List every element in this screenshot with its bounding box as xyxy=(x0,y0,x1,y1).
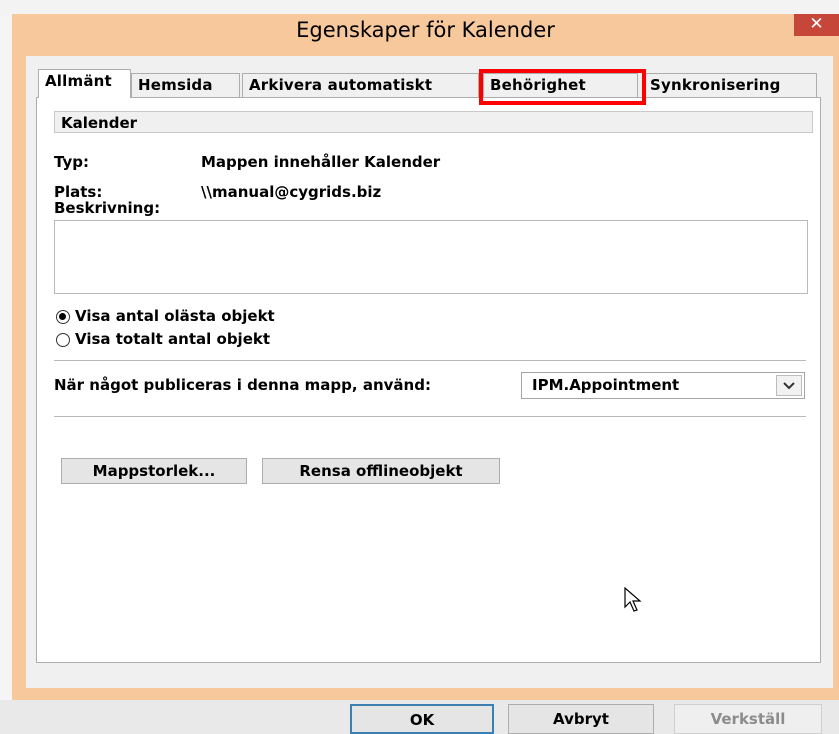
title-bar[interactable]: Egenskaper för Kalender ✕ xyxy=(12,14,839,50)
mouse-pointer-icon xyxy=(624,586,642,617)
dialog-client-area: Allmänt Hemsida Arkivera automatiskt Beh… xyxy=(26,56,833,734)
tab-allmant[interactable]: Allmänt xyxy=(38,69,131,98)
separator-bottom xyxy=(54,416,806,417)
description-textarea[interactable] xyxy=(54,220,808,294)
type-label: Typ: xyxy=(54,153,89,171)
tab-synkronisering[interactable]: Synkronisering xyxy=(643,73,817,97)
location-value: \\manual@cygrids.biz xyxy=(201,183,382,201)
post-form-select[interactable]: IPM.Appointment xyxy=(521,372,805,399)
post-form-label: När något publiceras i denna mapp, använ… xyxy=(54,376,431,394)
dialog-title: Egenskaper för Kalender xyxy=(296,18,555,42)
tab-panel-allmant: Kalender Typ: Mappen innehåller Kalender… xyxy=(36,97,821,663)
folder-size-button[interactable]: Mappstorlek... xyxy=(61,458,247,484)
radio-total[interactable] xyxy=(56,333,70,347)
properties-dialog: Egenskaper för Kalender ✕ Allmänt Hemsid… xyxy=(12,14,839,734)
tab-arkivera-automatiskt[interactable]: Arkivera automatiskt xyxy=(242,73,479,97)
type-value: Mappen innehåller Kalender xyxy=(201,153,441,171)
cancel-button[interactable]: Avbryt xyxy=(508,704,654,734)
folder-name-field[interactable]: Kalender xyxy=(54,111,813,133)
close-icon: ✕ xyxy=(809,14,824,34)
ok-button[interactable]: OK xyxy=(350,704,494,734)
clear-offline-button[interactable]: Rensa offlineobjekt xyxy=(262,458,500,484)
radio-unread-label[interactable]: Visa antal olästa objekt xyxy=(75,307,275,325)
radio-unread[interactable] xyxy=(56,310,70,324)
description-label: Beskrivning: xyxy=(54,199,161,217)
post-form-value: IPM.Appointment xyxy=(532,376,680,394)
highlight-box xyxy=(479,69,646,105)
close-button[interactable]: ✕ xyxy=(794,14,839,36)
radio-total-label[interactable]: Visa totalt antal objekt xyxy=(75,330,270,348)
tab-hemsida[interactable]: Hemsida xyxy=(131,73,240,97)
separator-top xyxy=(54,360,806,361)
chevron-down-icon[interactable] xyxy=(776,375,802,396)
apply-button[interactable]: Verkställ xyxy=(674,704,822,734)
